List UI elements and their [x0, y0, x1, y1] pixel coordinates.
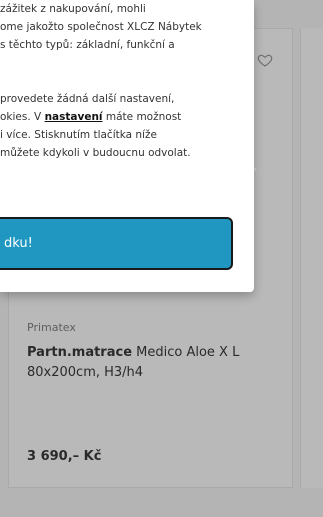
- cookie-text-2: provedete žádná další nastavení, okies. …: [0, 90, 191, 162]
- cookie-text-2-line-4: můžete kdykoli v budoucnu odvolat.: [0, 147, 191, 159]
- accept-cookies-label: dku!: [4, 236, 33, 251]
- cookie-text-2-line-1: provedete žádná další nastavení,: [0, 93, 175, 105]
- cookie-text-1: zážitek z nakupování, mohli ome jakožto …: [0, 0, 202, 54]
- cookie-text-1-line-3: s těchto typů: základní, funkční a: [0, 39, 175, 51]
- product-brand[interactable]: Primatex: [27, 321, 76, 334]
- product-title[interactable]: Partn.matrace Medico Aloe X L 80x200cm, …: [27, 343, 267, 383]
- settings-link[interactable]: nastavení: [45, 111, 103, 123]
- product-price: 3 690,– Kč: [27, 449, 102, 464]
- product-title-bold: Partn.matrace: [27, 345, 133, 360]
- cookie-text-1-line-2: ome jakožto společnost XLCZ Nábytek: [0, 21, 202, 33]
- cookie-text-2-line-2-before: okies. V: [0, 111, 45, 123]
- accept-cookies-button[interactable]: dku!: [0, 217, 233, 270]
- cookie-text-1-line-1: zážitek z nakupování, mohli: [0, 3, 146, 15]
- cookie-text-2-line-2-after: máte možnost: [102, 111, 182, 123]
- cookie-consent-modal: zážitek z nakupování, mohli ome jakožto …: [0, 0, 254, 292]
- cookie-text-2-line-3: i více. Stisknutím tlačítka níže: [0, 129, 157, 141]
- heart-icon[interactable]: [257, 52, 273, 68]
- product-card-next[interactable]: [300, 28, 323, 488]
